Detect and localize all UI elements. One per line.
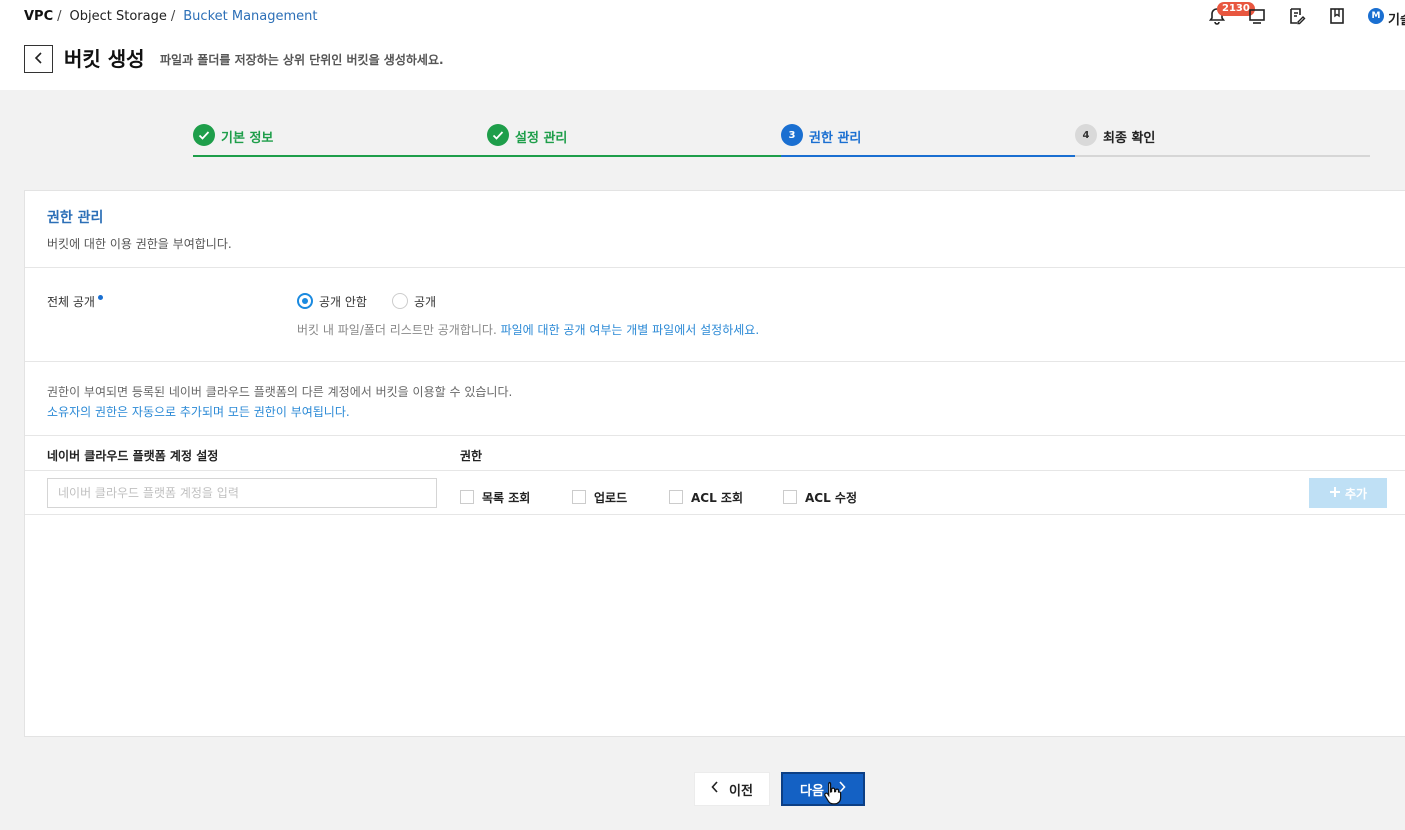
step-bar (487, 155, 781, 157)
required-dot-icon (97, 295, 103, 300)
step-number: 3 (781, 124, 803, 146)
step-progress: 기본 정보 설정 관리 3 권한 관리 4 최종 확인 (193, 124, 1370, 157)
user-avatar[interactable]: M (1368, 8, 1384, 24)
breadcrumb-vpc[interactable]: VPC (24, 9, 53, 24)
checkbox-acl-edit[interactable] (783, 490, 797, 504)
page-description: 파일과 폴더를 저장하는 상위 단위인 버킷을 생성하세요. (160, 53, 444, 67)
public-access-label: 전체 공개 (47, 293, 103, 310)
public-access-hint: 버킷 내 파일/폴더 리스트만 공개합니다. 파일에 대한 공개 여부는 개별 … (297, 321, 759, 338)
owner-permission-info: 소유자의 권한은 자동으로 추가되며 모든 권한이 부여됩니다. (47, 405, 350, 419)
radio-public[interactable] (392, 293, 408, 309)
step-settings: 설정 관리 (487, 124, 781, 157)
permission-panel: 권한 관리 버킷에 대한 이용 권한을 부여합니다. 전체 공개 공개 안함 공… (24, 190, 1405, 737)
monitor-icon[interactable] (1248, 7, 1266, 25)
step-basic-info: 기본 정보 (193, 124, 487, 157)
previous-button[interactable]: 이전 (694, 772, 770, 806)
divider (25, 361, 1405, 362)
top-bar: VPC / Object Storage / Bucket Management… (0, 0, 1405, 90)
step-bar (781, 155, 1075, 157)
step-final-confirm: 4 최종 확인 (1075, 124, 1370, 157)
divider (25, 435, 1405, 436)
step-label: 기본 정보 (221, 131, 274, 146)
checkbox-upload[interactable] (572, 490, 586, 504)
account-input[interactable] (47, 478, 437, 508)
divider (25, 514, 1405, 515)
checkbox-list-view-label[interactable]: 목록 조회 (482, 489, 530, 506)
checkbox-acl-edit-label[interactable]: ACL 수정 (805, 489, 857, 506)
section-description: 버킷에 대한 이용 권한을 부여합니다. (47, 237, 232, 251)
step-bar (193, 155, 487, 157)
chevron-left-icon (34, 50, 44, 69)
step-label: 최종 확인 (1103, 131, 1156, 146)
step-label: 권한 관리 (809, 131, 862, 146)
book-icon[interactable] (1328, 7, 1346, 25)
step-bar (1075, 155, 1370, 157)
next-button-label: 다음 (800, 783, 824, 799)
hint-link: 파일에 대한 공개 여부는 개별 파일에서 설정하세요. (500, 323, 760, 337)
section-title: 권한 관리 (47, 210, 104, 226)
page-title: 버킷 생성 (64, 47, 145, 71)
step-permissions: 3 권한 관리 (781, 124, 1075, 157)
check-icon (487, 124, 509, 146)
plus-icon (1329, 486, 1341, 501)
check-icon (193, 124, 215, 146)
hint-text: 버킷 내 파일/폴더 리스트만 공개합니다. (297, 323, 497, 337)
breadcrumb: VPC / Object Storage / Bucket Management (24, 9, 318, 24)
breadcrumb-object-storage[interactable]: Object Storage (70, 9, 167, 24)
back-button[interactable] (24, 45, 53, 73)
public-access-label-text: 전체 공개 (47, 295, 95, 309)
hand-pointer-icon (823, 780, 843, 806)
radio-public-label[interactable]: 공개 (414, 293, 436, 310)
user-name[interactable]: 기술 (1388, 9, 1405, 28)
edit-document-icon[interactable] (1288, 7, 1306, 25)
radio-not-public-label[interactable]: 공개 안함 (319, 293, 367, 310)
divider (25, 267, 1405, 268)
breadcrumb-separator: / (170, 9, 176, 24)
column-header-permission: 권한 (460, 449, 483, 463)
previous-button-label: 이전 (729, 783, 753, 799)
column-header-account: 네이버 클라우드 플랫폼 계정 설정 (47, 449, 219, 463)
permission-info: 권한이 부여되면 등록된 네이버 클라우드 플랫폼의 다른 계정에서 버킷을 이… (47, 385, 513, 399)
checkbox-acl-view[interactable] (669, 490, 683, 504)
add-permission-button[interactable]: 추가 (1309, 478, 1387, 508)
checkbox-list-view[interactable] (460, 490, 474, 504)
radio-not-public[interactable] (297, 293, 313, 309)
checkbox-acl-view-label[interactable]: ACL 조회 (691, 489, 743, 506)
chevron-left-icon (711, 781, 719, 797)
breadcrumb-separator: / (57, 9, 62, 24)
breadcrumb-bucket-management[interactable]: Bucket Management (183, 9, 317, 24)
step-number: 4 (1075, 124, 1097, 146)
divider (25, 470, 1405, 471)
step-label: 설정 관리 (515, 131, 568, 146)
add-button-label: 추가 (1344, 486, 1368, 501)
checkbox-upload-label[interactable]: 업로드 (594, 489, 627, 506)
